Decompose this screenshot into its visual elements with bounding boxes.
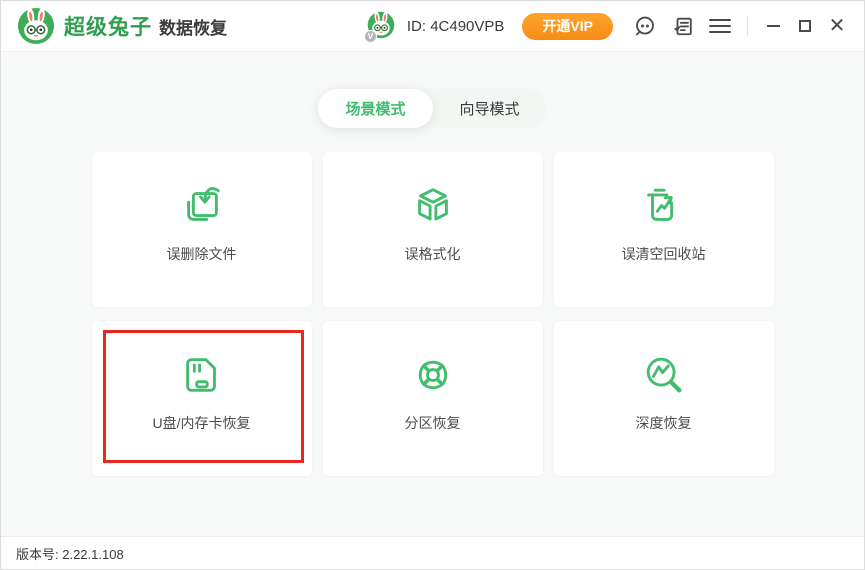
card-label: 误清空回收站 bbox=[622, 244, 706, 264]
minimize-icon bbox=[767, 25, 780, 27]
card-deep-recovery[interactable]: 深度恢复 bbox=[554, 321, 774, 476]
customer-service-icon bbox=[634, 15, 656, 37]
feedback-button[interactable] bbox=[671, 14, 695, 38]
titlebar-divider bbox=[747, 16, 748, 36]
card-label: 深度恢复 bbox=[636, 413, 692, 433]
main-area: 场景模式 向导模式 误删除文件 误 bbox=[1, 51, 864, 536]
recovery-card-grid: 误删除文件 误格式化 误清空回收 bbox=[92, 152, 774, 476]
version-label: 版本号: 2.22.1.108 bbox=[16, 544, 124, 563]
feedback-form-icon bbox=[672, 15, 694, 37]
tab-wizard-mode[interactable]: 向导模式 bbox=[433, 89, 547, 128]
hamburger-menu-icon[interactable] bbox=[709, 14, 731, 38]
card-label: U盘/内存卡恢复 bbox=[153, 413, 251, 433]
format-cube-icon bbox=[410, 183, 456, 229]
app-product-title: 数据恢复 bbox=[159, 14, 227, 39]
app-brand-title: 超级兔子 bbox=[64, 11, 152, 41]
card-label: 误删除文件 bbox=[167, 244, 237, 264]
close-icon: ✕ bbox=[829, 16, 846, 36]
minimize-button[interactable] bbox=[760, 13, 786, 39]
card-recycle-bin[interactable]: 误清空回收站 bbox=[554, 152, 774, 307]
tab-scene-mode[interactable]: 场景模式 bbox=[318, 89, 432, 128]
sd-card-icon bbox=[179, 352, 225, 398]
titlebar-right: V ID: 4C490VPB 开通VIP bbox=[367, 11, 850, 41]
avatar[interactable]: V bbox=[367, 11, 397, 41]
deep-scan-icon bbox=[641, 352, 687, 398]
card-label: 分区恢复 bbox=[405, 413, 461, 433]
titlebar: 超级兔子 数据恢复 V ID: 4C490VPB 开通VIP bbox=[1, 1, 864, 51]
card-partition[interactable]: 分区恢复 bbox=[323, 321, 543, 476]
app-window: 超级兔子 数据恢复 V ID: 4C490VPB 开通VIP bbox=[0, 0, 865, 570]
mode-tabs: 场景模式 向导模式 bbox=[318, 89, 546, 128]
user-id-label: ID: 4C490VPB bbox=[407, 18, 505, 35]
card-formatted[interactable]: 误格式化 bbox=[323, 152, 543, 307]
card-label: 误格式化 bbox=[405, 244, 461, 264]
close-button[interactable]: ✕ bbox=[824, 13, 850, 39]
vip-level-badge: V bbox=[364, 30, 377, 43]
file-restore-icon bbox=[179, 183, 225, 229]
recycle-bin-restore-icon bbox=[641, 183, 687, 229]
partition-icon bbox=[410, 352, 456, 398]
rabbit-logo-icon bbox=[17, 7, 55, 45]
maximize-button[interactable] bbox=[792, 13, 818, 39]
status-bar: 版本号: 2.22.1.108 bbox=[1, 536, 864, 569]
open-vip-button[interactable]: 开通VIP bbox=[522, 13, 613, 40]
card-usb-memory-card[interactable]: U盘/内存卡恢复 bbox=[92, 321, 312, 476]
card-deleted-files[interactable]: 误删除文件 bbox=[92, 152, 312, 307]
maximize-icon bbox=[799, 20, 811, 32]
customer-service-button[interactable] bbox=[633, 14, 657, 38]
